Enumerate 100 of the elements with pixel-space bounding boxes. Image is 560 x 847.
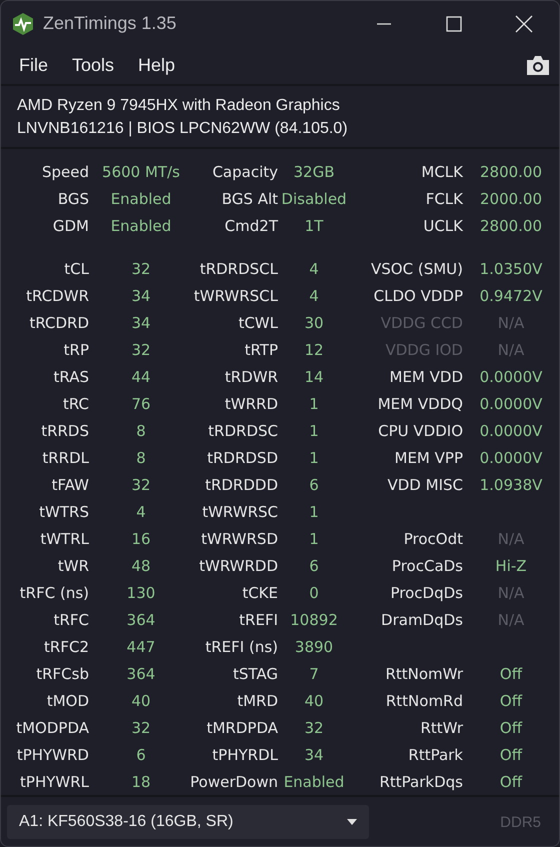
timing-value: 364 [126, 664, 156, 682]
timing-value: Off [500, 664, 522, 682]
timing-value: 1 [309, 422, 319, 440]
timing-label: VDDG IOD [385, 340, 463, 358]
timing-value: 14 [304, 368, 324, 386]
timing-label: RttPark [408, 746, 463, 764]
maximize-icon [446, 16, 462, 32]
timing-value: 1T [304, 216, 324, 234]
timing-label: tRDRDSD [207, 448, 278, 466]
timing-value: 32 [131, 476, 151, 494]
timing-label: tRFC [54, 610, 89, 628]
timing-label: BGS [58, 190, 89, 208]
timing-label: FCLK [426, 190, 463, 208]
timing-value: 447 [126, 638, 156, 656]
camera-icon[interactable] [525, 54, 551, 76]
timing-value: 1 [309, 448, 319, 466]
timing-label: VDDG CCD [380, 314, 463, 332]
timing-value: 0 [309, 584, 319, 602]
timing-value: 1 [309, 394, 319, 412]
timing-label: tCKE [242, 584, 278, 602]
timing-value: 6 [136, 746, 146, 764]
timing-value: 7 [309, 664, 319, 682]
timing-label: tFAW [52, 476, 89, 494]
timing-label: tPHYWRD [16, 746, 89, 764]
timing-label: CPU VDDIO [378, 422, 463, 440]
timing-value: 10892 [290, 610, 338, 628]
timing-value: Off [500, 772, 522, 790]
timing-value: 40 [304, 692, 324, 710]
timing-value: 0.0000V [480, 422, 542, 440]
timing-label: tPHYRDL [212, 746, 278, 764]
timing-label: VDD MISC [388, 476, 463, 494]
timing-value: 4 [136, 502, 146, 520]
timing-value: 6 [309, 476, 319, 494]
timing-value: 130 [126, 584, 156, 602]
timing-label: tMODPDA [16, 718, 89, 736]
timing-label: tRAS [54, 368, 89, 386]
timing-value: N/A [498, 610, 524, 628]
timing-label: tWRWRDD [199, 556, 278, 574]
timing-label: tWTRL [40, 530, 89, 548]
timing-value: 2800.00 [480, 162, 542, 180]
timing-label: tRCDRD [29, 314, 89, 332]
timing-value: 32 [131, 340, 151, 358]
timing-value: 44 [131, 368, 151, 386]
timing-label: tRRDL [42, 448, 89, 466]
timing-value: 364 [126, 610, 156, 628]
timing-value: Hi-Z [495, 556, 527, 574]
timing-value: 1 [309, 502, 319, 520]
timing-value: 2000.00 [480, 190, 542, 208]
timing-value: 0.0000V [480, 368, 542, 386]
system-info-text: AMD Ryzen 9 7945HX with Radeon Graphics [17, 96, 341, 116]
timing-value: 30 [304, 314, 324, 332]
timing-label: CLDO VDDP [374, 286, 463, 304]
timing-label: RttParkDqs [380, 772, 463, 790]
timing-label: tRCDWR [26, 286, 89, 304]
minimize-icon [376, 22, 392, 24]
menu-item[interactable]: Tools [64, 54, 122, 76]
timing-value: N/A [498, 584, 524, 602]
timing-label: tWR [58, 556, 89, 574]
timing-label: tRDRDSC [208, 422, 278, 440]
timing-label: tREFI [239, 610, 278, 628]
module-dropdown[interactable]: A1: KF560S38-16 (16GB, SR) [7, 805, 369, 839]
timing-label: GDM [52, 216, 89, 234]
close-icon [515, 14, 533, 32]
timing-label: ProcCaDs [392, 556, 463, 574]
timing-value: 34 [131, 314, 151, 332]
window-title: ZenTimings 1.35 [43, 13, 178, 34]
timing-label: tRRDS [41, 422, 89, 440]
timing-value: 2800.00 [480, 216, 542, 234]
timing-value: 6 [309, 556, 319, 574]
timing-value: N/A [498, 314, 524, 332]
timing-label: tCWL [238, 314, 278, 332]
timing-label: tRDWR [224, 368, 278, 386]
timing-label: tWRWRSD [201, 530, 278, 548]
timing-label: Speed [42, 162, 89, 180]
memory-type-label: DDR5 [500, 814, 541, 830]
timing-value: 4 [309, 260, 319, 278]
timing-value: Off [500, 718, 522, 736]
timing-value: 0.0000V [480, 448, 542, 466]
menu-item[interactable]: Help [130, 54, 184, 76]
timing-value: 0.0000V [480, 394, 542, 412]
timing-value: 40 [131, 692, 151, 710]
caret-icon [347, 819, 357, 825]
timing-value: N/A [498, 340, 524, 358]
timing-label: tRDRDSCL [200, 260, 278, 278]
timing-value: 8 [136, 422, 146, 440]
timing-label: tRP [64, 340, 89, 358]
timing-label: tWRWRSC [202, 502, 278, 520]
menu-item[interactable]: File [11, 54, 56, 76]
timing-label: tMOD [46, 692, 89, 710]
system-info-text: LNVNB161216 | BIOS LPCN62WW (84.105.0) [17, 119, 349, 139]
timing-label: VSOC (SMU) [371, 260, 463, 278]
timing-label: tRFC (ns) [20, 584, 89, 602]
timing-label: tWTRS [39, 502, 89, 520]
timing-label: tRDRDDD [205, 476, 278, 494]
timing-value: 48 [131, 556, 151, 574]
timing-label: RttNomWr [385, 664, 463, 682]
timing-label: tRTP [244, 340, 278, 358]
timing-label: BGS Alt [222, 190, 278, 208]
timing-value: 8 [136, 448, 146, 466]
timing-value: Enabled [110, 190, 172, 208]
